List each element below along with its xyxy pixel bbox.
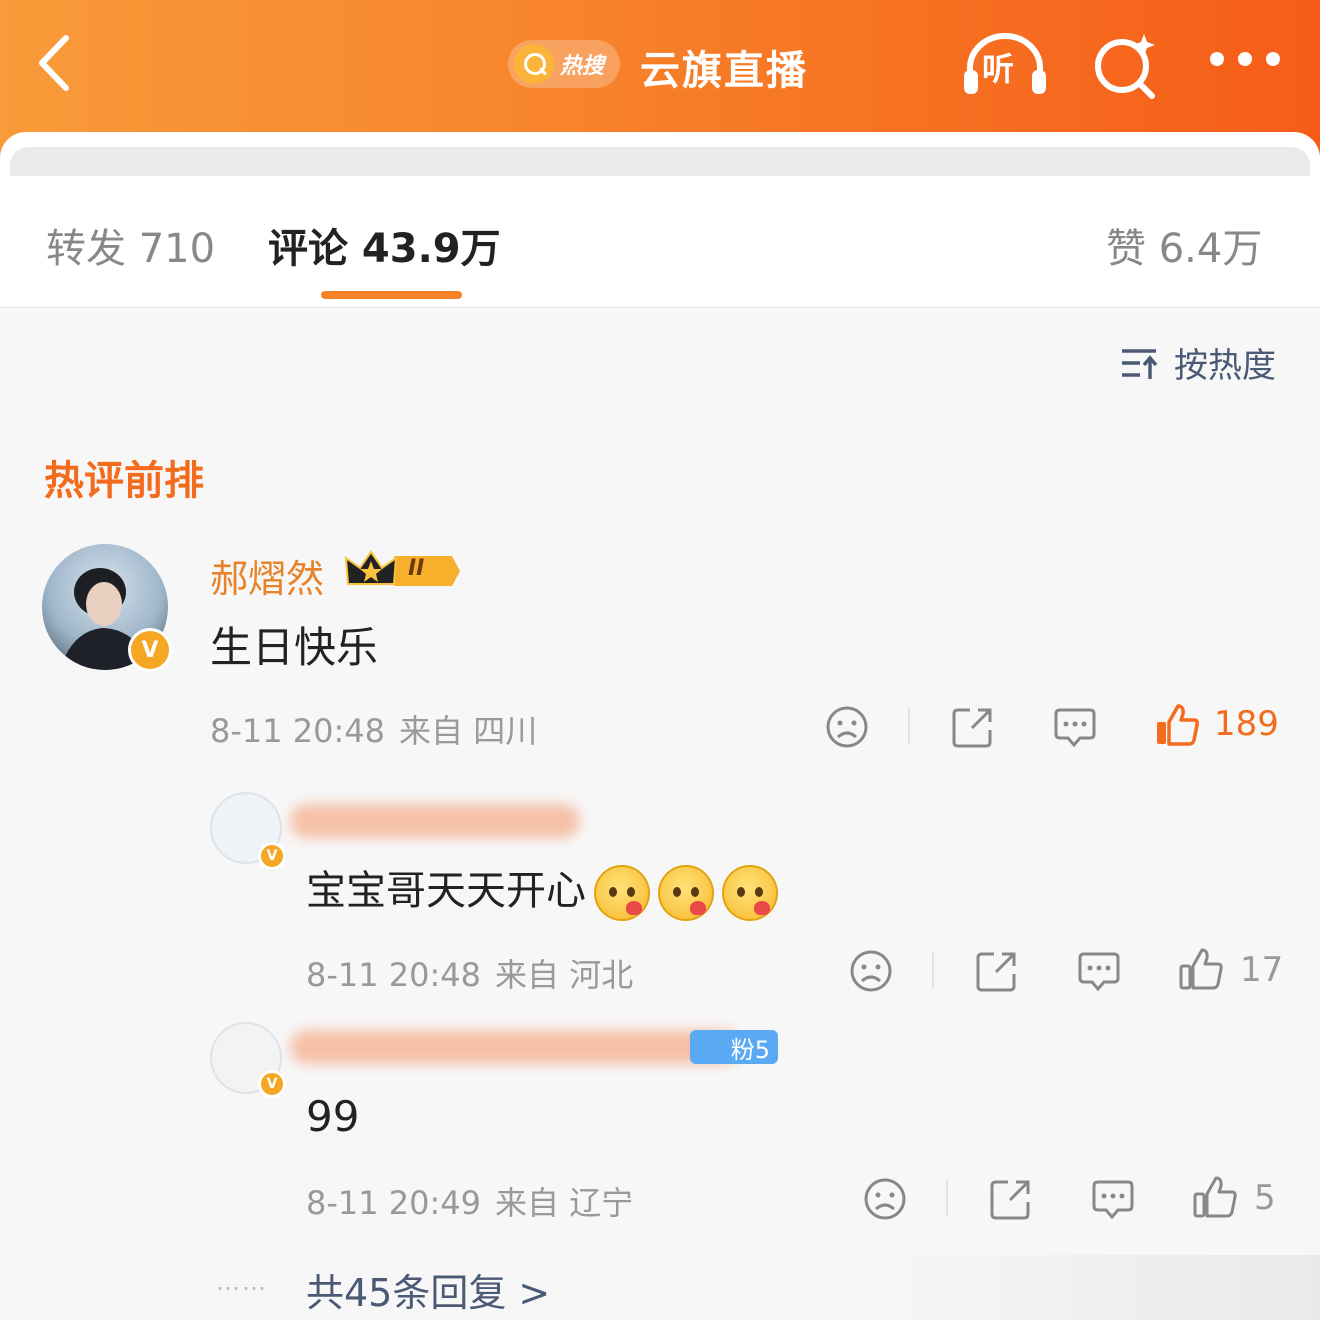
comment-time: 8-11 20:49	[306, 1184, 482, 1222]
comment-text-body: 宝宝哥天天开心	[306, 868, 586, 914]
comment-time: 8-11 20:48	[306, 956, 482, 994]
comment-location: 来自 辽宁	[495, 1184, 634, 1222]
divider	[946, 1180, 948, 1216]
search-icon[interactable]	[1090, 30, 1160, 100]
rank-level: II	[408, 556, 425, 581]
hot-badge-label: 热搜	[560, 54, 605, 79]
reply-icon[interactable]	[1076, 948, 1122, 994]
blurred-username	[290, 1030, 740, 1064]
crown-rank-badge: II	[344, 550, 462, 592]
tab-comments[interactable]: 评论 43.9万	[268, 216, 501, 274]
tab-repost[interactable]: 转发 710	[46, 216, 215, 274]
thread-dots: ……	[216, 1268, 268, 1296]
sort-button[interactable]: 按热度	[1120, 338, 1276, 387]
share-icon[interactable]	[950, 704, 996, 750]
blurred-username	[290, 804, 580, 838]
tab-likes[interactable]: 赞 6.4万	[1106, 216, 1262, 274]
comment-location: 来自 四川	[399, 712, 538, 750]
share-icon[interactable]	[988, 1176, 1034, 1222]
crown-icon	[344, 550, 460, 586]
comment-time: 8-11 20:48	[210, 712, 386, 750]
sheet-bar	[10, 147, 1310, 177]
more-options-icon[interactable]	[1210, 52, 1280, 74]
divider	[908, 708, 910, 744]
back-arrow-icon[interactable]	[30, 28, 80, 98]
comment-text: 宝宝哥天天开心	[306, 858, 778, 921]
like-count: 17	[1240, 950, 1284, 990]
comment-meta: 8-11 20:48 来自 四川	[210, 706, 551, 752]
divider	[932, 952, 934, 988]
verified-badge-icon: V	[128, 628, 172, 672]
blush-emoji-icon	[594, 865, 650, 921]
share-icon[interactable]	[974, 948, 1020, 994]
dislike-icon[interactable]	[862, 1176, 908, 1222]
page-title: 云旗直播	[640, 48, 808, 94]
like-count: 5	[1254, 1178, 1276, 1218]
sort-label: 按热度	[1174, 346, 1276, 386]
dislike-icon[interactable]	[848, 948, 894, 994]
comment-location: 来自 河北	[495, 956, 634, 994]
comment-username[interactable]: 郝熠然	[210, 548, 324, 603]
dislike-icon[interactable]	[824, 704, 870, 750]
verified-badge-icon: V	[258, 842, 286, 870]
comment-meta: 8-11 20:49 来自 辽宁	[306, 1178, 647, 1224]
hot-search-badge[interactable]: 热搜	[508, 40, 620, 88]
comment-meta: 8-11 20:48 来自 河北	[306, 950, 647, 996]
like-icon-active[interactable]	[1154, 702, 1200, 748]
comment-text: 生日快乐	[210, 623, 379, 672]
like-icon[interactable]	[1178, 946, 1224, 992]
like-icon[interactable]	[1192, 1174, 1238, 1220]
section-title: 热评前排	[44, 458, 204, 504]
listen-label: 听	[982, 50, 1015, 88]
verified-badge-icon: V	[258, 1070, 286, 1098]
reply-icon[interactable]	[1090, 1176, 1136, 1222]
blush-emoji-icon	[722, 865, 778, 921]
tab-bar: 转发 710 评论 43.9万 赞 6.4万	[0, 176, 1320, 308]
blush-emoji-icon	[658, 865, 714, 921]
active-tab-indicator	[321, 291, 462, 299]
comment-text: 99	[306, 1092, 360, 1141]
sort-icon	[1122, 348, 1158, 379]
search-icon	[514, 44, 554, 84]
listen-button[interactable]: 听	[962, 30, 1048, 96]
reply-icon[interactable]	[1052, 704, 1098, 750]
fan-level-badge: 粉5	[690, 1030, 778, 1064]
view-more-replies-link[interactable]: 共45条回复 >	[306, 1262, 550, 1317]
like-count: 189	[1214, 704, 1279, 744]
bottom-fade	[860, 1255, 1320, 1320]
